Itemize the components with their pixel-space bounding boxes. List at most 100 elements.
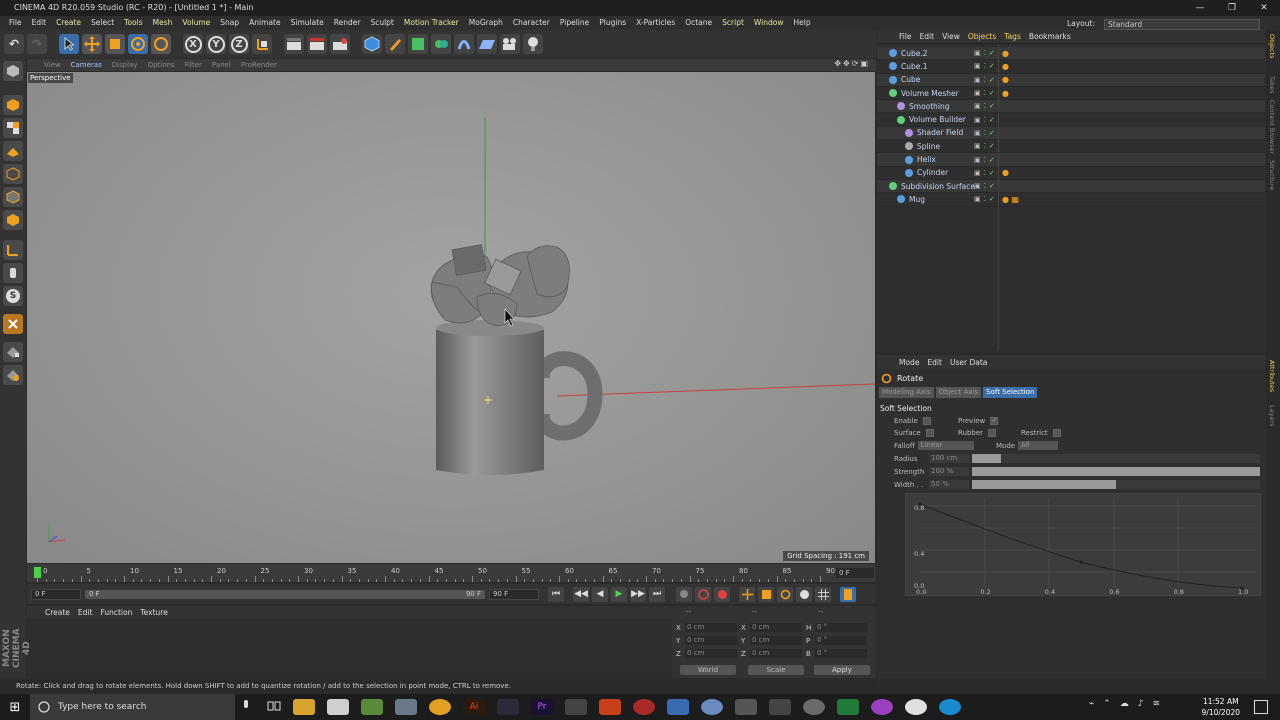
viewport-menu-options[interactable]: Options xyxy=(143,61,180,69)
object-visibility-flags[interactable]: ▣ ⁚ ✓ xyxy=(974,49,995,57)
coord-value-field[interactable]: 0 cm xyxy=(750,623,802,632)
model-mode-button[interactable] xyxy=(3,95,23,115)
array-button[interactable] xyxy=(431,34,451,54)
file-explorer-icon[interactable] xyxy=(293,699,315,715)
end-frame-field[interactable]: 90 F xyxy=(489,588,539,600)
select-tool-button[interactable] xyxy=(59,34,79,54)
cube-object-button[interactable] xyxy=(362,34,382,54)
edit-flag-icon[interactable]: ▣ xyxy=(974,156,981,164)
restrict-checkbox[interactable] xyxy=(1052,429,1061,437)
scale-dropdown[interactable]: Scale xyxy=(748,665,804,675)
enabled-check-icon[interactable]: ✓ xyxy=(989,62,995,70)
object-tag-icon[interactable]: ● xyxy=(1002,62,1009,71)
world-dropdown[interactable]: World xyxy=(680,665,736,675)
light-button[interactable] xyxy=(523,34,543,54)
tab-object-axis[interactable]: Object Axis xyxy=(935,387,982,398)
menu-animate[interactable]: Animate xyxy=(244,16,285,30)
app-icon-g[interactable] xyxy=(701,699,723,715)
side-tab-objects[interactable]: Objects xyxy=(1268,34,1276,59)
menu-simulate[interactable]: Simulate xyxy=(286,16,329,30)
3d-viewport[interactable]: Perspective Grid Spacing : 191 cm xyxy=(27,72,875,563)
viewport-menu-prorender[interactable]: ProRender xyxy=(236,61,282,69)
menu-help[interactable]: Help xyxy=(788,16,815,30)
render-view-button[interactable] xyxy=(284,34,304,54)
rotation-track-button[interactable] xyxy=(777,586,793,602)
menu-snap[interactable]: Snap xyxy=(215,16,244,30)
record-active-button[interactable] xyxy=(676,586,692,602)
app-icon-h[interactable] xyxy=(735,699,757,715)
menu-sculpt[interactable]: Sculpt xyxy=(365,16,398,30)
premiere-icon[interactable]: Pr xyxy=(531,699,553,715)
visibility-dots-icon[interactable]: ⁚ xyxy=(984,102,986,110)
menu-select[interactable]: Select xyxy=(86,16,119,30)
edit-flag-icon[interactable]: ▣ xyxy=(974,102,981,110)
object-tag-icon[interactable]: ● xyxy=(1002,49,1009,58)
attribute-menu-user-data[interactable]: User Data xyxy=(946,358,991,367)
enabled-check-icon[interactable]: ✓ xyxy=(989,129,995,137)
object-visibility-flags[interactable]: ▣ ⁚ ✓ xyxy=(974,102,995,110)
attribute-menu-mode[interactable]: Mode xyxy=(895,358,923,367)
width-slider[interactable] xyxy=(972,480,1260,489)
object-visibility-flags[interactable]: ▣ ⁚ ✓ xyxy=(974,142,995,150)
tab-soft-selection[interactable]: Soft Selection xyxy=(983,387,1038,398)
object-row-mug[interactable]: Mug ▣ ⁚ ✓ ● ▦ xyxy=(877,193,1265,207)
go-to-start-button[interactable]: ⏮ xyxy=(548,586,564,602)
taskbar-search[interactable]: Type here to search xyxy=(30,694,235,720)
quantize-button[interactable] xyxy=(3,314,23,334)
side-tab-layers[interactable]: Layers xyxy=(1268,405,1276,427)
viewport-menu-filter[interactable]: Filter xyxy=(180,61,207,69)
object-row-cube-2[interactable]: Cube.2 ▣ ⁚ ✓ ● xyxy=(877,47,1265,61)
object-visibility-flags[interactable]: ▣ ⁚ ✓ xyxy=(974,195,995,203)
menu-motion-tracker[interactable]: Motion Tracker xyxy=(399,16,464,30)
object-menu-file[interactable]: File xyxy=(895,32,916,41)
object-manager-divider[interactable] xyxy=(998,44,999,350)
taskbar-clock[interactable]: 11:52 AM 9/10/2020 xyxy=(1202,696,1240,718)
material-menu-texture[interactable]: Texture xyxy=(136,608,171,617)
enabled-check-icon[interactable]: ✓ xyxy=(989,156,995,164)
enable-checkbox[interactable] xyxy=(922,417,931,425)
menu-mesh[interactable]: Mesh xyxy=(148,16,178,30)
visibility-dots-icon[interactable]: ⁚ xyxy=(984,169,986,177)
enabled-check-icon[interactable]: ✓ xyxy=(989,169,995,177)
floor-button[interactable] xyxy=(477,34,497,54)
surface-checkbox[interactable] xyxy=(925,429,934,437)
object-visibility-flags[interactable]: ▣ ⁚ ✓ xyxy=(974,156,995,164)
object-menu-tags[interactable]: Tags xyxy=(1000,32,1025,41)
object-visibility-flags[interactable]: ▣ ⁚ ✓ xyxy=(974,62,995,70)
visibility-dots-icon[interactable]: ⁚ xyxy=(984,116,986,124)
object-menu-view[interactable]: View xyxy=(938,32,964,41)
strength-slider[interactable] xyxy=(972,467,1260,476)
polygons-mode-button[interactable] xyxy=(3,210,23,230)
coordinate-system-button[interactable] xyxy=(252,34,272,54)
width-field[interactable]: 50 % xyxy=(929,480,969,489)
undo-button[interactable]: ↶ xyxy=(4,34,24,54)
visibility-dots-icon[interactable]: ⁚ xyxy=(984,182,986,190)
point-level-button[interactable] xyxy=(815,586,831,602)
object-tag-icon[interactable]: ● xyxy=(1002,168,1009,177)
edit-flag-icon[interactable]: ▣ xyxy=(974,62,981,70)
menu-plugins[interactable]: Plugins xyxy=(594,16,631,30)
axis-mode-button[interactable] xyxy=(3,240,23,260)
start-frame-field[interactable]: 0 F xyxy=(31,588,81,600)
object-menu-objects[interactable]: Objects xyxy=(964,32,1000,41)
next-frame-button[interactable]: ▶▶ xyxy=(630,586,646,602)
enabled-check-icon[interactable]: ✓ xyxy=(989,182,995,190)
task-view-icon[interactable] xyxy=(267,699,281,715)
scale-track-button[interactable] xyxy=(758,586,774,602)
radius-slider[interactable] xyxy=(972,454,1260,463)
make-editable-button[interactable] xyxy=(3,61,23,81)
windows-start-icon[interactable]: ⊞ xyxy=(0,700,30,715)
visibility-dots-icon[interactable]: ⁚ xyxy=(984,142,986,150)
edit-flag-icon[interactable]: ▣ xyxy=(974,182,981,190)
edit-flag-icon[interactable]: ▣ xyxy=(974,89,981,97)
viewport-menu-view[interactable]: View xyxy=(39,61,66,69)
menu-window[interactable]: Window xyxy=(749,16,789,30)
chevron-up-icon[interactable]: ⌃ xyxy=(1103,699,1111,709)
edges-mode-button[interactable] xyxy=(3,187,23,207)
falloff-curve-graph[interactable]: 0.8 0.4 0.0 0.0 0.2 0.4 0.6 0.8 1.0 xyxy=(905,493,1261,596)
cinema4d-icon[interactable] xyxy=(497,699,519,715)
object-visibility-flags[interactable]: ▣ ⁚ ✓ xyxy=(974,89,995,97)
side-tab-content-browser[interactable]: Content Browser xyxy=(1268,100,1276,154)
points-mode-button[interactable] xyxy=(3,164,23,184)
mode-dropdown[interactable]: All xyxy=(1018,441,1059,450)
